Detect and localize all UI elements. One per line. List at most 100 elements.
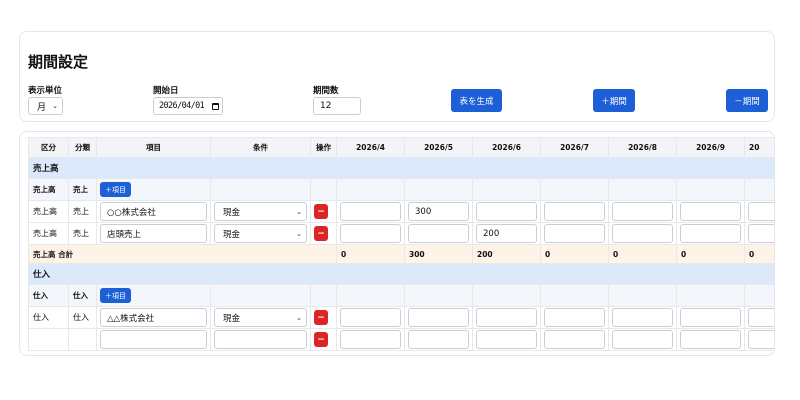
- amount-input[interactable]: [612, 330, 673, 349]
- amount-input[interactable]: [544, 224, 605, 243]
- total-label: 売上高 合計: [28, 244, 337, 264]
- amount-input[interactable]: [680, 202, 741, 221]
- amount-input[interactable]: [408, 224, 469, 243]
- amount-input[interactable]: [748, 308, 774, 327]
- amount-input[interactable]: 300: [408, 202, 469, 221]
- col-header: 区分: [28, 137, 69, 158]
- col-header: 項目: [96, 137, 211, 158]
- condition-select[interactable]: 現金 ⌄: [214, 202, 307, 221]
- amount-input[interactable]: [544, 308, 605, 327]
- amount-input[interactable]: [340, 330, 401, 349]
- section-row-purchases: 仕入: [28, 263, 774, 285]
- period-header: 2026/6: [472, 137, 541, 158]
- total-cell: 0: [608, 244, 677, 264]
- total-row-sales: 売上高 合計 0 300 200 0 0 0 0: [28, 244, 774, 264]
- amount-input[interactable]: [408, 330, 469, 349]
- generate-table-button[interactable]: 表を生成: [451, 89, 502, 112]
- category-cell: 仕入: [28, 306, 69, 329]
- add-item-button[interactable]: ＋項目: [100, 288, 131, 303]
- calendar-icon[interactable]: [212, 102, 219, 110]
- delete-row-button[interactable]: −: [314, 332, 328, 347]
- subcategory-cell: 売上高: [28, 178, 69, 201]
- amount-input[interactable]: [476, 202, 537, 221]
- start-date-value: 2026/04/01: [159, 101, 205, 111]
- amount-input[interactable]: [612, 202, 673, 221]
- amount-input[interactable]: [340, 308, 401, 327]
- unit-select[interactable]: 月 ⌄: [28, 97, 63, 115]
- total-cell: 0: [676, 244, 745, 264]
- amount-input[interactable]: 200: [476, 224, 537, 243]
- total-cell: 200: [472, 244, 541, 264]
- chevron-down-icon: ⌄: [296, 229, 302, 238]
- amount-input[interactable]: [680, 308, 741, 327]
- total-cell: 300: [404, 244, 473, 264]
- delete-row-button[interactable]: −: [314, 226, 328, 241]
- class-cell: 売上: [68, 200, 97, 223]
- period-header: 2026/8: [608, 137, 677, 158]
- remove-period-button[interactable]: －期間: [726, 89, 768, 112]
- table-header-row: 区分 分類 項目 条件 操作 2026/4 2026/5 2026/6 2026…: [28, 137, 774, 158]
- subclass-cell: 仕入: [68, 284, 97, 307]
- period-header: 20: [744, 137, 774, 158]
- chevron-down-icon: ⌄: [52, 102, 58, 110]
- class-cell: 仕入: [68, 306, 97, 329]
- period-count-value: 12: [320, 101, 332, 111]
- subcategory-row: 仕入 仕入 ＋項目: [28, 284, 774, 307]
- start-date-input[interactable]: 2026/04/01: [153, 97, 223, 115]
- amount-input[interactable]: [612, 308, 673, 327]
- table-row: 売上高 売上 ○○株式会社 現金 ⌄ − 300: [28, 200, 774, 223]
- category-cell: 売上高: [28, 200, 69, 223]
- amount-input[interactable]: [476, 330, 537, 349]
- condition-select[interactable]: 現金 ⌄: [214, 224, 307, 243]
- item-name-input[interactable]: [100, 330, 207, 349]
- period-header: 2026/7: [540, 137, 609, 158]
- item-name-input[interactable]: ○○株式会社: [100, 202, 207, 221]
- total-cell: 0: [540, 244, 609, 264]
- add-period-button[interactable]: ＋期間: [593, 89, 635, 112]
- total-cell: 0: [336, 244, 405, 264]
- section-title: 仕入: [28, 263, 774, 285]
- table-row: −: [28, 328, 774, 351]
- category-cell: 売上高: [28, 222, 69, 245]
- cashflow-table: 区分 分類 項目 条件 操作 2026/4 2026/5 2026/6 2026…: [28, 137, 774, 351]
- unit-label: 表示単位: [28, 86, 63, 96]
- amount-input[interactable]: [748, 330, 774, 349]
- period-settings-panel: 期間設定 表示単位 月 ⌄ 開始日 2026/04/01 期間数 12 表を生成…: [19, 31, 775, 122]
- amount-input[interactable]: [340, 224, 401, 243]
- table-row: 売上高 売上 店頭売上 現金 ⌄ − 200: [28, 222, 774, 245]
- period-count-label: 期間数: [313, 86, 339, 96]
- start-date-label: 開始日: [153, 86, 179, 96]
- amount-input[interactable]: [544, 330, 605, 349]
- chevron-down-icon: ⌄: [296, 313, 302, 322]
- amount-input[interactable]: [544, 202, 605, 221]
- class-cell: 売上: [68, 222, 97, 245]
- condition-select[interactable]: 現金 ⌄: [214, 308, 307, 327]
- amount-input[interactable]: [748, 202, 774, 221]
- amount-input[interactable]: [612, 224, 673, 243]
- delete-row-button[interactable]: −: [314, 204, 328, 219]
- amount-input[interactable]: [680, 330, 741, 349]
- period-count-input[interactable]: 12: [313, 97, 361, 115]
- amount-input[interactable]: [340, 202, 401, 221]
- page-title: 期間設定: [28, 53, 89, 71]
- condition-select[interactable]: [214, 330, 307, 349]
- amount-input[interactable]: [680, 224, 741, 243]
- subcategory-row: 売上高 売上 ＋項目: [28, 178, 774, 201]
- chevron-down-icon: ⌄: [296, 207, 302, 216]
- item-name-input[interactable]: △△株式会社: [100, 308, 207, 327]
- amount-input[interactable]: [476, 308, 537, 327]
- table-row: 仕入 仕入 △△株式会社 現金 ⌄ −: [28, 306, 774, 329]
- total-cell: 0: [744, 244, 774, 264]
- delete-row-button[interactable]: −: [314, 310, 328, 325]
- add-item-button[interactable]: ＋項目: [100, 182, 131, 197]
- period-header: 2026/4: [336, 137, 405, 158]
- condition-value: 現金: [223, 207, 241, 218]
- amount-input[interactable]: [408, 308, 469, 327]
- col-header: 操作: [310, 137, 337, 158]
- amount-input[interactable]: [748, 224, 774, 243]
- subcategory-cell: 仕入: [28, 284, 69, 307]
- section-row-sales: 売上高: [28, 157, 774, 179]
- item-name-input[interactable]: 店頭売上: [100, 224, 207, 243]
- subclass-cell: 売上: [68, 178, 97, 201]
- cashflow-table-panel: 区分 分類 項目 条件 操作 2026/4 2026/5 2026/6 2026…: [19, 131, 775, 356]
